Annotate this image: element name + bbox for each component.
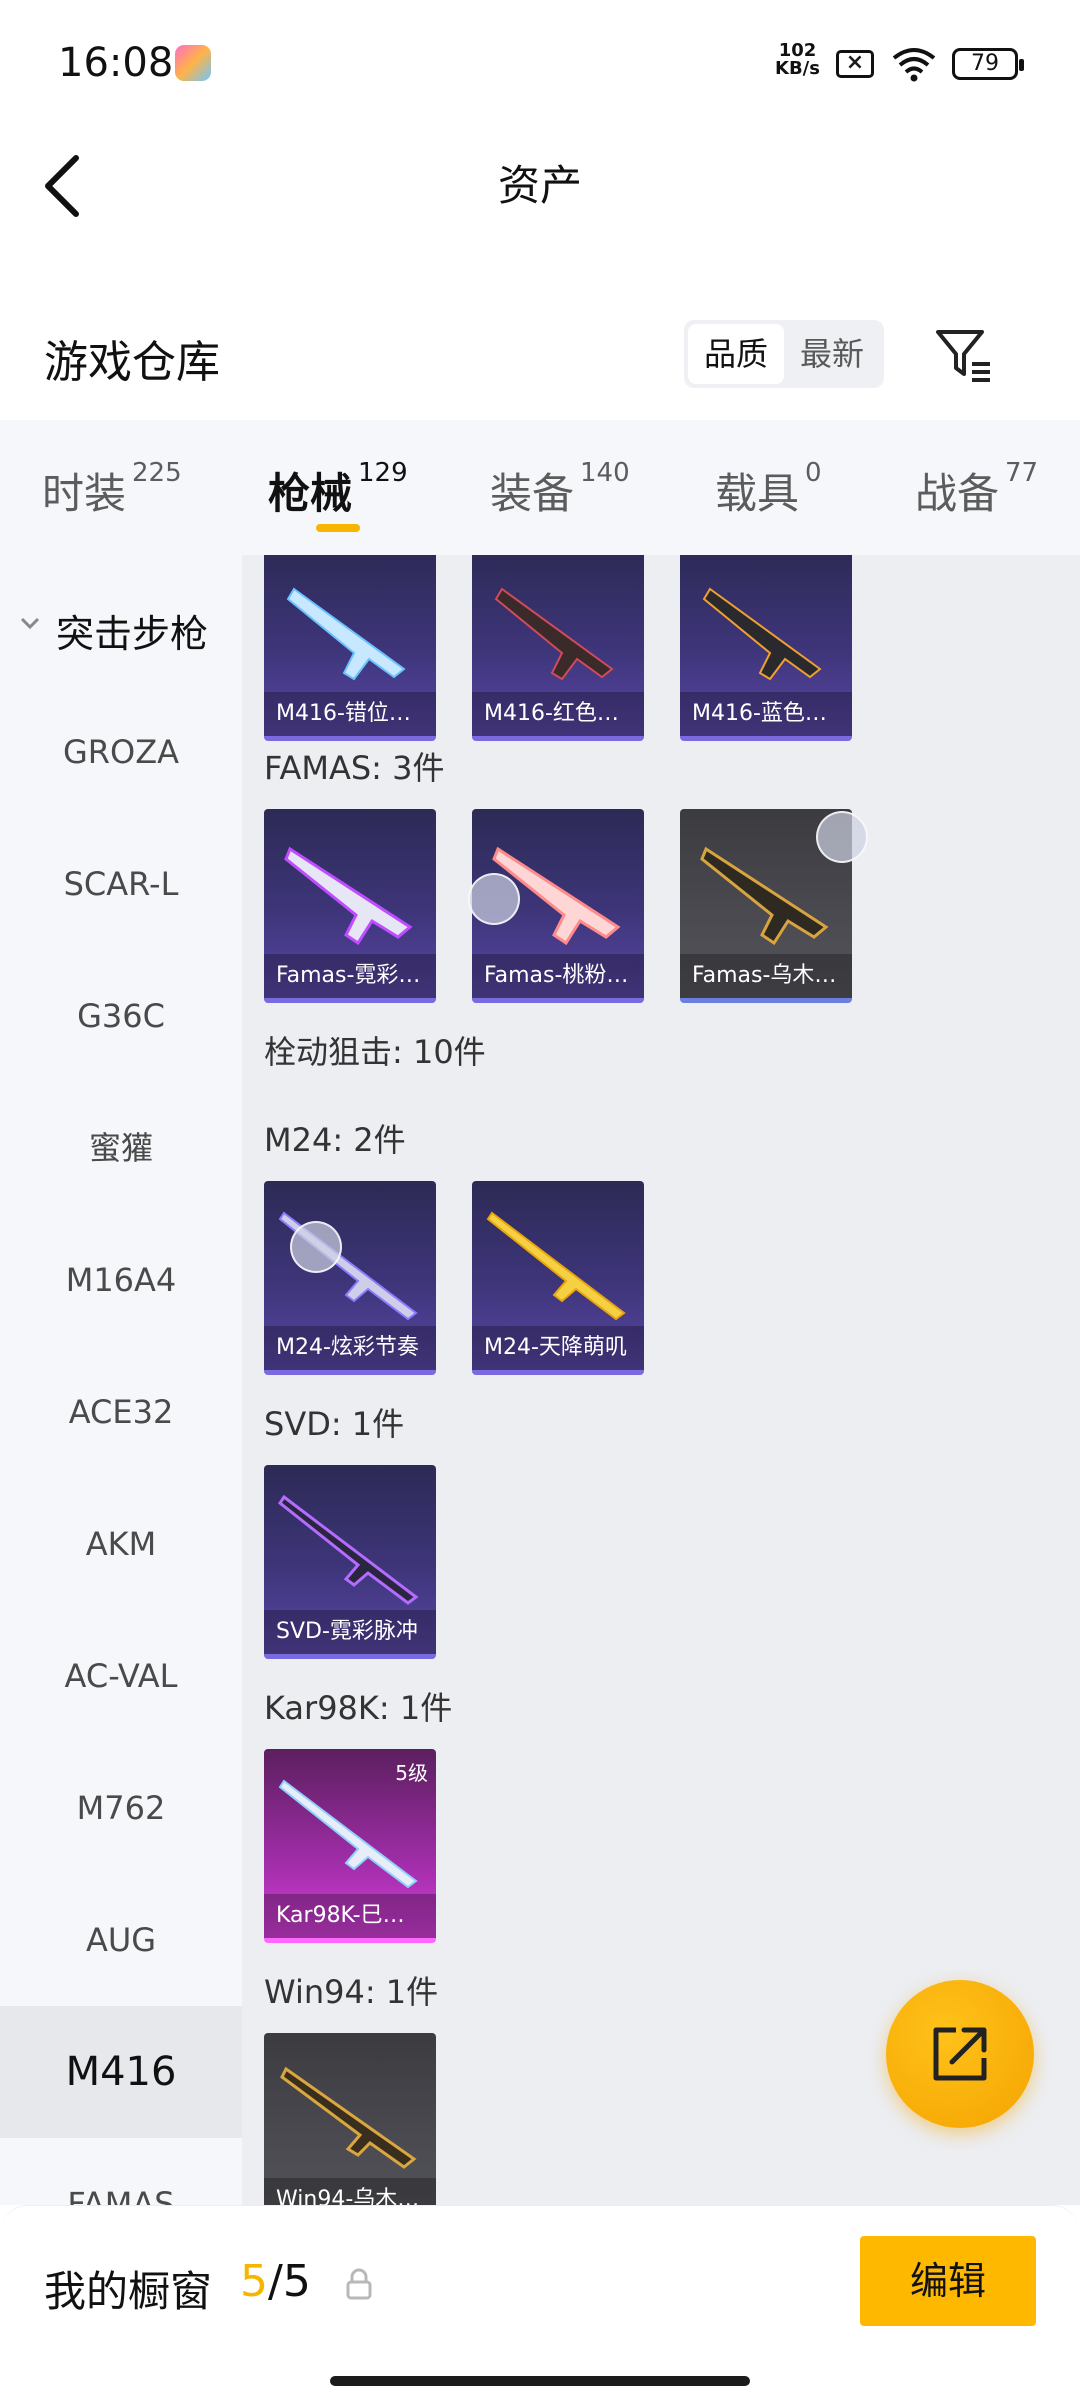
tab-vehicles[interactable]: 载具 0	[715, 458, 822, 521]
sidebar-item-m416[interactable]: M416	[0, 2006, 242, 2138]
header: 资产	[0, 130, 1080, 240]
tab-fashion[interactable]: 时装 225	[42, 458, 182, 521]
showcase-label: 我的橱窗	[44, 2267, 213, 2316]
sidebar-item-scar-l[interactable]: SCAR-L	[0, 818, 242, 950]
weapon-card-label: M24-炫彩节奏	[264, 1326, 436, 1370]
status-time: 16:08	[58, 40, 174, 86]
rifle-icon	[286, 587, 406, 681]
tab-label: 战备	[915, 469, 1000, 518]
touch-indicator	[816, 811, 868, 863]
showcase-count: 5/5	[240, 2256, 311, 2307]
tab-label: 装备	[490, 469, 575, 518]
sidebar-item-ace32[interactable]: ACE32	[0, 1346, 242, 1478]
chevron-down-icon	[20, 617, 40, 630]
weapon-card-label: SVD-霓彩脉冲	[264, 1610, 436, 1654]
wifi-icon	[892, 48, 936, 82]
weapon-card-label: Famas-乌木…	[680, 954, 852, 998]
sort-option-quality[interactable]: 品质	[688, 324, 784, 384]
tab-count: 225	[132, 458, 182, 488]
share-button[interactable]	[886, 1980, 1034, 2128]
weapon-card[interactable]: M416-蓝色…	[680, 555, 852, 741]
sort-option-newest[interactable]: 最新	[784, 324, 880, 384]
sidebar-group-label: 突击步枪	[56, 612, 209, 656]
showcase-bar: 我的橱窗 5/5 编辑	[0, 2205, 1080, 2400]
section-title-win94: Win94: 1件	[264, 1973, 439, 2011]
warehouse-header: 游戏仓库 品质 最新	[0, 300, 1080, 420]
category-tabs: 时装 225 枪械 129 装备 140 载具 0 战备 77	[0, 420, 1080, 555]
filter-icon[interactable]	[932, 322, 996, 386]
sniper-icon	[277, 1494, 419, 1605]
weapon-card-label: M24-天降萌叽	[472, 1326, 644, 1370]
share-icon	[933, 2027, 987, 2081]
tab-equipment[interactable]: 装备 140	[490, 458, 630, 521]
sidebar-item-m762[interactable]: M762	[0, 1742, 242, 1874]
weapon-card[interactable]: M24-炫彩节奏	[264, 1181, 436, 1375]
weapon-card[interactable]: M24-天降萌叽	[472, 1181, 644, 1375]
weapon-card[interactable]: M416-错位…	[264, 555, 436, 741]
no-sim-icon: ×	[836, 50, 874, 78]
gallery-app-icon	[175, 45, 211, 81]
touch-indicator	[468, 873, 520, 925]
tab-label: 载具	[715, 469, 800, 518]
tab-count: 129	[358, 458, 408, 488]
warehouse-title: 游戏仓库	[44, 337, 220, 388]
tab-firearms[interactable]: 枪械 129	[268, 458, 408, 521]
sort-toggle: 品质 最新	[684, 320, 884, 388]
edit-button[interactable]: 编辑	[860, 2236, 1036, 2326]
rifle-icon	[280, 2066, 417, 2169]
tab-label: 时装	[42, 469, 127, 518]
lock-icon	[346, 2268, 372, 2300]
sidebar-item-akm[interactable]: AKM	[0, 1478, 242, 1610]
section-title-bolt-sniper: 栓动狙击: 10件	[264, 1033, 486, 1071]
touch-indicator	[290, 1221, 342, 1273]
tab-count: 140	[580, 458, 630, 488]
active-tab-indicator	[316, 524, 360, 532]
weapon-card-label: Famas-霓彩…	[264, 954, 436, 998]
sniper-icon	[486, 1211, 626, 1321]
tab-label: 枪械	[268, 469, 353, 518]
weapon-card[interactable]: Famas-霓彩…	[264, 809, 436, 1003]
tab-supplies[interactable]: 战备 77	[915, 458, 1039, 521]
battery-icon: 79	[952, 48, 1024, 80]
showcase-count-current: 5	[240, 2256, 268, 2307]
section-title-m24: M24: 2件	[264, 1121, 406, 1159]
weapon-card-label: M416-红色…	[472, 692, 644, 736]
sniper-icon	[278, 1779, 418, 1889]
weapon-card-label: M416-蓝色…	[680, 692, 852, 736]
showcase-count-total: /5	[268, 2256, 311, 2307]
weapon-card[interactable]: 5级 Kar98K-巳…	[264, 1749, 436, 1943]
sidebar-item-famas[interactable]: FAMAS	[0, 2138, 242, 2205]
rifle-icon	[702, 587, 822, 681]
sidebar-item-g36c[interactable]: G36C	[0, 950, 242, 1082]
status-bar: 16:08 102 KB/s × 79	[0, 0, 1080, 130]
sidebar-item-groza[interactable]: GROZA	[0, 686, 242, 818]
sidebar-group-assault-rifles[interactable]: 突击步枪	[0, 591, 242, 661]
weapon-card[interactable]: Win94-乌木…	[264, 2033, 436, 2205]
weapon-card[interactable]: M416-红色…	[472, 555, 644, 741]
network-speed-unit: KB/s	[775, 58, 820, 79]
sidebar-item-ac-val[interactable]: AC-VAL	[0, 1610, 242, 1742]
section-title-kar98k: Kar98K: 1件	[264, 1689, 453, 1727]
weapon-card-label: Win94-乌木…	[264, 2178, 436, 2205]
home-indicator[interactable]	[330, 2376, 750, 2386]
weapon-type-sidebar: 突击步枪 GROZA SCAR-L G36C 蜜獾 M16A4 ACE32 AK…	[0, 555, 242, 2205]
sidebar-item-honey-badger[interactable]: 蜜獾	[0, 1082, 242, 1214]
section-title-famas: FAMAS: 3件	[264, 749, 445, 787]
tab-count: 77	[1005, 458, 1039, 488]
weapon-card-label: M416-错位…	[264, 692, 436, 736]
sidebar-item-m16a4[interactable]: M16A4	[0, 1214, 242, 1346]
weapon-card-label: Kar98K-巳…	[264, 1894, 436, 1938]
rifle-icon	[494, 587, 614, 681]
weapon-grid: M416-错位… M416-红色… M416-蓝色… FAMAS: 3件 Fam…	[242, 555, 1080, 2205]
weapon-card-label: Famas-桃粉…	[472, 954, 644, 998]
weapon-card[interactable]: SVD-霓彩脉冲	[264, 1465, 436, 1659]
section-title-svd: SVD: 1件	[264, 1405, 405, 1443]
tab-count: 0	[805, 458, 822, 488]
rifle-icon	[284, 846, 413, 946]
sidebar-item-aug[interactable]: AUG	[0, 1874, 242, 2006]
network-speed: 102 KB/s	[775, 42, 820, 78]
page-title: 资产	[497, 161, 582, 210]
